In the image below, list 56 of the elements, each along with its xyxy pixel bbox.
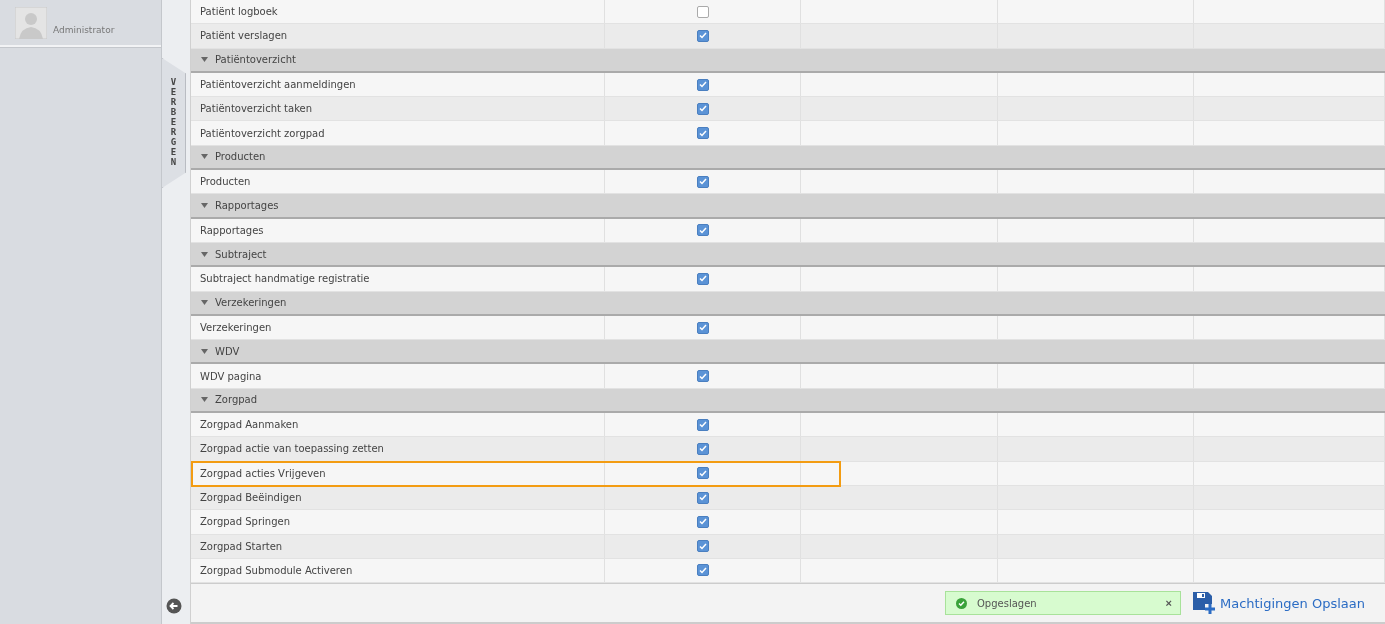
permission-label: Patiënt logboek [199,6,278,18]
permission-checkbox[interactable] [696,175,709,188]
group-title: Zorgpad [215,394,258,406]
permission-checkbox[interactable] [696,467,709,480]
group-header[interactable]: Rapportages [191,194,1385,219]
permission-checkbox[interactable] [696,370,709,383]
floppy-disk-plus-icon [1192,592,1217,614]
notification-message: Opgeslagen [976,597,1038,609]
permission-label: Zorgpad Submodule Activeren [199,564,353,576]
permission-label: WDV pagina [199,370,262,382]
group-title: Rapportages [215,200,279,211]
permission-label: Patiëntoverzicht taken [199,103,313,115]
group-header[interactable]: Subtraject [191,242,1385,268]
avatar-icon [15,6,47,39]
permission-label: Patiëntoverzicht aanmeldingen [199,79,356,91]
permission-label: Zorgpad Beëindigen [199,492,302,504]
user-role: Administrator [53,24,115,35]
save-button[interactable]: Machtigingen Opslaan [1192,592,1365,614]
group-title: Patiëntoverzicht [215,54,296,66]
group-header[interactable]: WDV [191,340,1385,365]
permission-label: Zorgpad actie van toepassing zetten [199,443,384,455]
permission-checkbox[interactable] [696,540,709,553]
permission-label: Patiëntoverzicht zorgpad [199,127,325,139]
permission-checkbox[interactable] [696,515,709,528]
permission-label: Zorgpad Starten [199,540,283,552]
group-title: Subtraject [215,248,267,260]
permission-label: Zorgpad Aanmaken [199,419,299,431]
permission-label: Subtraject handmatige registratie [199,273,370,285]
group-header[interactable]: Patiëntoverzicht [191,48,1385,73]
group-header[interactable]: Producten [191,145,1385,171]
permission-checkbox[interactable] [696,564,709,577]
group-title: Verzekeringen [215,297,287,309]
permission-checkbox[interactable] [696,418,709,431]
permission-label: Patiënt verslagen [199,30,288,42]
permission-checkbox[interactable] [696,272,709,285]
close-button[interactable]: × [1165,597,1172,609]
permission-label: Producten [199,176,251,188]
permission-label: Zorgpad Springen [199,516,290,528]
permission-checkbox[interactable] [696,78,709,91]
permission-label: Zorgpad acties Vrijgeven [199,467,326,479]
group-title: WDV [215,345,240,357]
group-header[interactable]: Verzekeringen [191,291,1385,316]
permission-checkbox[interactable] [696,29,709,42]
permission-checkbox[interactable] [696,5,709,18]
permission-label: Rapportages [199,224,264,236]
permission-checkbox[interactable] [696,443,709,455]
check-circle-icon [955,597,967,609]
permission-checkbox[interactable] [696,224,709,237]
permission-checkbox[interactable] [696,127,709,140]
group-title: Producten [215,151,266,163]
permission-checkbox[interactable] [696,102,709,115]
group-header[interactable]: Zorgpad [191,388,1385,414]
permission-checkbox[interactable] [696,321,709,334]
hide-sidebar-tab[interactable]: VERBERGEN [162,58,186,188]
permission-label: Verzekeringen [199,322,272,333]
permission-checkbox[interactable] [696,491,709,504]
